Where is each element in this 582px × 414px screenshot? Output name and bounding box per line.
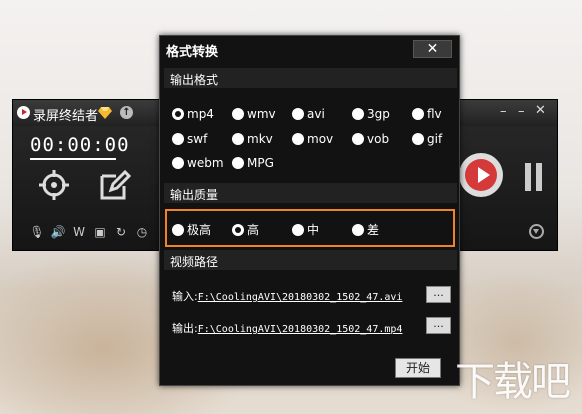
pause-button[interactable] [525,163,543,191]
timer-underline [30,158,116,160]
radio-dot [172,224,184,236]
input-path-link[interactable]: F:\CoolingAVI\20180302_1502_47.avi [198,292,403,303]
format-radio-mpg[interactable]: MPG [232,156,274,170]
radio-dot [232,133,244,145]
recording-timer: 00:00:00 [30,134,130,156]
microphone-icon[interactable]: 🎙 [29,224,45,240]
radio-dot [292,133,304,145]
recorder-options-toolbar: 🎙 🔊 W ▣ ↻ ◷ [29,224,150,240]
radio-dot [352,133,364,145]
input-label: 输入: [172,290,198,303]
output-quality-label: 输出质量 [170,188,219,202]
output-browse-button[interactable]: ... [426,317,451,334]
recorder-title: 录屏终结者 [33,109,99,124]
radio-dot [412,133,424,145]
radio-dot [172,157,184,169]
quality-radio-low[interactable]: 差 [352,221,379,238]
format-radio-mkv[interactable]: mkv [232,132,273,146]
screen-icon[interactable]: ▣ [92,224,108,240]
radio-dot [172,133,184,145]
radio-dot [232,157,244,169]
format-radio-avi[interactable]: avi [292,107,325,121]
format-radio-mov[interactable]: mov [292,132,333,146]
watermark-icon[interactable]: W [71,224,87,240]
quality-radio-very-high[interactable]: 极高 [172,221,211,238]
format-radio-vob[interactable]: vob [352,132,389,146]
speaker-icon[interactable]: 🔊 [50,224,66,240]
output-path-row: 输出:F:\CoolingAVI\20180302_1502_47.mp4 [172,320,402,336]
dialog-close-button[interactable]: ✕ [413,40,452,58]
format-convert-dialog: 格式转换 ✕ 输出格式 mp4 wmv avi 3gp flv swf mkv … [159,35,460,386]
quality-radio-high[interactable]: 高 [232,221,259,238]
refresh-icon[interactable]: ↻ [113,224,129,240]
format-radio-swf[interactable]: swf [172,132,207,146]
clock-icon[interactable]: ◷ [134,224,150,240]
compact-button[interactable]: – [518,104,525,119]
radio-dot [232,224,244,236]
output-label: 输出: [172,322,198,335]
radio-dot [232,108,244,120]
format-radio-gif[interactable]: gif [412,132,442,146]
radio-dot [352,108,364,120]
record-button[interactable] [459,153,503,197]
radio-dot [412,108,424,120]
format-radio-3gp[interactable]: 3gp [352,107,390,121]
format-radio-webm[interactable]: webm [172,156,224,170]
output-path-link[interactable]: F:\CoolingAVI\20180302_1502_47.mp4 [198,324,403,335]
format-radio-wmv[interactable]: wmv [232,107,276,121]
radio-dot [352,224,364,236]
minimize-button[interactable]: – [500,104,507,119]
recorder-close-button[interactable]: ✕ [535,103,546,118]
radio-dot [172,108,184,120]
start-button[interactable]: 开始 [395,358,441,378]
site-watermark-logo: 下载吧 [455,359,571,405]
output-format-label: 输出格式 [170,73,219,87]
dialog-title: 格式转换 [166,45,219,60]
quality-radio-medium[interactable]: 中 [292,221,319,238]
input-path-row: 输入:F:\CoolingAVI\20180302_1502_47.avi [172,288,402,304]
edit-icon[interactable] [98,168,132,202]
format-radio-flv[interactable]: flv [412,107,442,121]
radio-dot [292,224,304,236]
format-radio-mp4[interactable]: mp4 [172,107,214,121]
crosshair-icon[interactable] [37,168,71,202]
radio-dot [292,108,304,120]
input-browse-button[interactable]: ... [426,286,451,303]
video-path-label: 视频路径 [170,255,219,269]
app-logo-icon [17,106,30,119]
upgrade-icon[interactable]: ↑ [120,106,133,119]
chevron-down-icon[interactable] [529,224,544,239]
diamond-icon[interactable] [98,106,112,119]
